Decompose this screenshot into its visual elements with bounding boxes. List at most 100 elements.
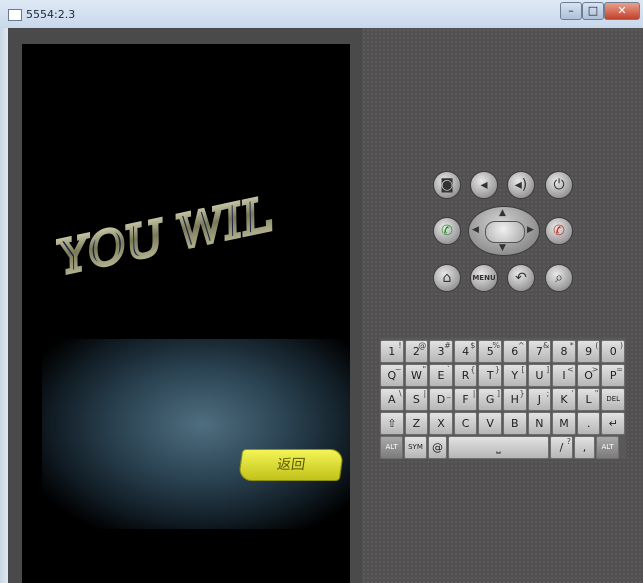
key[interactable]: H} <box>503 388 527 411</box>
key[interactable]: V <box>478 412 502 435</box>
key[interactable]: G] <box>478 388 502 411</box>
key[interactable]: S | <box>404 388 429 411</box>
key[interactable]: DEL <box>601 388 625 411</box>
close-button[interactable]: ✕ <box>604 2 640 20</box>
key[interactable]: , <box>574 436 595 459</box>
key-alt-label: ` <box>446 365 451 374</box>
key-alt-label: | <box>423 389 427 398</box>
key[interactable]: K ' <box>552 388 576 411</box>
key-alt-label: $ <box>470 341 476 350</box>
camera-icon[interactable]: ◙ <box>433 171 461 199</box>
key[interactable]: Z <box>404 412 429 435</box>
key-alt-label: { <box>470 365 476 374</box>
key-label: 7 <box>535 345 543 358</box>
title-bar[interactable]: 5554:2.3 – □ ✕ <box>0 0 643 29</box>
key[interactable]: @ <box>428 436 447 459</box>
key-alt-label: # <box>444 341 451 350</box>
volume-up-icon[interactable]: ◂) <box>507 171 535 199</box>
key-label: C <box>461 417 470 430</box>
key-label: V <box>486 417 494 430</box>
key-alt-label: ? <box>566 437 571 446</box>
key-alt-label: ~ <box>394 365 402 374</box>
key-alt-label: ; <box>546 389 550 398</box>
key-label: L <box>585 393 592 406</box>
key-alt-label: ^ <box>517 341 525 350</box>
key-label: / <box>559 441 564 454</box>
back-icon[interactable]: ↶ <box>507 264 535 292</box>
key[interactable]: SYM <box>404 436 427 459</box>
dpad-up-icon[interactable]: ▲ <box>499 208 506 218</box>
dpad-right-icon[interactable]: ▶ <box>527 225 534 235</box>
dpad-left-icon[interactable]: ◀ <box>472 225 479 235</box>
key[interactable]: A \ <box>380 388 404 411</box>
key[interactable]: L " <box>576 388 601 411</box>
key-alt-label: \ <box>398 389 402 398</box>
key-alt-label: > <box>591 365 599 374</box>
back-button[interactable]: 返回 <box>237 449 345 481</box>
dpad-down-icon[interactable]: ▼ <box>499 243 506 253</box>
home-icon[interactable]: ⌂ <box>433 264 461 292</box>
key[interactable]: /? <box>550 436 573 459</box>
key-alt-label: ] <box>496 389 500 398</box>
call-button[interactable]: ✆ <box>433 217 461 245</box>
key-label: ALT <box>601 443 614 451</box>
key-label: M <box>559 417 569 430</box>
power-icon[interactable]: ⏻ <box>545 171 573 199</box>
key-alt-label: * <box>569 341 574 350</box>
dpad[interactable]: ▲ ▼ ◀ ▶ <box>468 206 540 256</box>
key-label: S <box>412 393 420 406</box>
key-alt-label: } <box>494 365 500 374</box>
key-label: ⇧ <box>387 417 397 430</box>
search-icon[interactable]: ⌕ <box>545 264 573 292</box>
minimize-button[interactable]: – <box>560 2 582 20</box>
art-text: YOU WIL <box>53 187 277 285</box>
key[interactable]: D _ <box>429 388 453 411</box>
key[interactable]: X <box>429 412 453 435</box>
key[interactable]: N <box>527 412 552 435</box>
key[interactable]: ↵ <box>601 412 625 435</box>
key[interactable]: M <box>552 412 576 435</box>
art-text-graphic: YOU WIL <box>51 185 278 287</box>
key[interactable]: P = <box>601 364 625 387</box>
key-alt-label: ) <box>619 341 623 350</box>
key[interactable]: F | <box>453 388 478 411</box>
maximize-button[interactable]: □ <box>582 2 604 20</box>
key-alt-label: & <box>542 341 550 350</box>
key-label: J <box>537 393 542 406</box>
key-label: D <box>436 393 446 406</box>
key[interactable]: . <box>576 412 601 435</box>
emulator-window: 5554:2.3 – □ ✕ YOU WIL 返回 ◙ ◂ ◂) ⏻ ✆ ▲ ▼ ◀ … <box>0 0 643 583</box>
key-alt-label: _ <box>446 389 451 398</box>
key[interactable]: ALT <box>596 436 619 459</box>
key-alt-label: < <box>567 365 574 374</box>
volume-down-icon[interactable]: ◂ <box>470 171 498 199</box>
key-label: B <box>511 417 519 430</box>
space-key[interactable]: ⎵ <box>448 436 549 459</box>
key-alt-label: = <box>616 365 623 374</box>
key-label: K <box>560 393 568 406</box>
key-label: ⎵ <box>496 441 501 454</box>
key-label: W <box>410 369 422 382</box>
key-label: 4 <box>462 345 470 358</box>
key-label: A <box>388 393 396 406</box>
window-title: 5554:2.3 <box>26 8 76 21</box>
key-label: E <box>437 369 445 382</box>
key[interactable]: ⇧ <box>380 412 404 435</box>
window-frame-left <box>0 28 8 583</box>
menu-button[interactable]: MENU <box>470 264 498 292</box>
device-screen[interactable]: YOU WIL 返回 <box>22 44 350 583</box>
end-call-button[interactable]: ✆ <box>545 217 573 245</box>
key-alt-label: ] <box>546 365 550 374</box>
key[interactable]: ALT <box>380 436 403 459</box>
dpad-center-button[interactable] <box>485 221 525 243</box>
key-label: SYM <box>408 443 423 451</box>
controls-panel <box>362 28 643 583</box>
key-alt-label: " <box>422 365 427 374</box>
key-label: F <box>462 393 469 406</box>
key-label: DEL <box>606 395 621 403</box>
key[interactable]: B <box>503 412 527 435</box>
key-label: 9 <box>585 345 593 358</box>
key[interactable]: C <box>453 412 478 435</box>
key[interactable]: J; <box>527 388 552 411</box>
key-alt-label: } <box>519 389 525 398</box>
